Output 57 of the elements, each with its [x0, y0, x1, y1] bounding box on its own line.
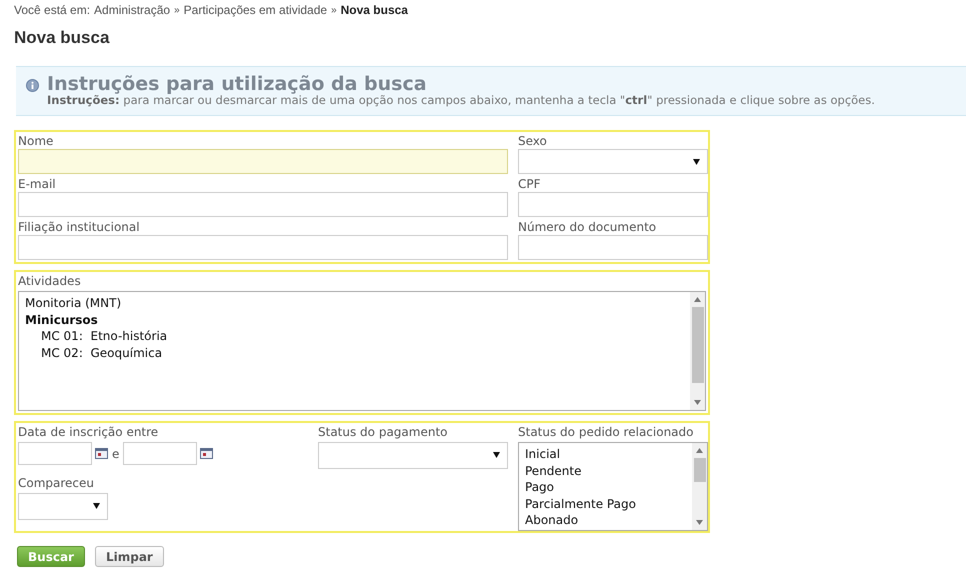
input-field[interactable]	[18, 192, 508, 217]
order-status-listbox[interactable]: Inicial Pendente Pago Parcialmente Pago Abonado	[518, 442, 708, 531]
scrollbar-thumb[interactable]	[694, 458, 706, 482]
scroll-down-icon[interactable]	[696, 520, 703, 525]
list-option[interactable]: MC 01: Etno-história	[25, 328, 684, 344]
scroll-down-icon[interactable]	[694, 400, 701, 405]
breadcrumb-link[interactable]: Participações em atividade	[184, 3, 328, 17]
input-field[interactable]	[18, 149, 508, 174]
list-option[interactable]: Pendente	[525, 462, 686, 479]
page-title: Nova busca	[14, 28, 110, 49]
list-option[interactable]: MC 02: Geoquímica	[25, 344, 684, 361]
scrollbar-thumb[interactable]	[692, 307, 704, 383]
scrollbar[interactable]	[690, 292, 705, 410]
input-field[interactable]	[518, 235, 708, 260]
field-label: CPF	[518, 176, 542, 192]
select-field[interactable]	[518, 149, 708, 174]
field-label: Status do pedido relacionado	[518, 424, 694, 440]
info-icon	[26, 79, 39, 92]
field-label: Número do documento	[518, 219, 658, 235]
option-group-label: Minicursos	[25, 312, 99, 328]
scroll-up-icon[interactable]	[696, 448, 703, 453]
date-field[interactable]	[18, 442, 92, 465]
calendar-icon[interactable]	[200, 448, 214, 459]
breadcrumb-label: Você está em:	[14, 3, 90, 17]
field-label: Data de inscrição entre	[18, 424, 160, 440]
list-option[interactable]: Parcialmente Pago	[525, 496, 686, 512]
scrollbar[interactable]	[692, 443, 707, 530]
select-field[interactable]	[318, 442, 508, 469]
clear-button[interactable]: Limpar	[94, 546, 164, 567]
field-label: Compareceu	[18, 475, 96, 491]
caret-icon	[93, 503, 100, 509]
activities-listbox[interactable]: Monitoria (MNT) Minicursos MC 01: Etno-história MC 02: Geoquímica	[18, 291, 706, 411]
input-field[interactable]	[18, 235, 508, 260]
breadcrumb-separator: »	[174, 4, 180, 16]
breadcrumb-current: Nova busca	[340, 3, 408, 17]
caret-icon	[493, 452, 500, 458]
field-label: Nome	[18, 133, 54, 149]
breadcrumb-separator: »	[331, 4, 337, 16]
calendar-icon[interactable]	[95, 448, 108, 459]
breadcrumb-link[interactable]: Administração	[94, 3, 170, 17]
instructions-heading: Instruções para utilização da busca	[47, 74, 428, 94]
list-option[interactable]: Monitoria (MNT)	[25, 295, 684, 312]
field-label: Status do pagamento	[318, 424, 448, 440]
select-field[interactable]	[18, 493, 108, 520]
list-option[interactable]: Inicial	[525, 446, 686, 462]
field-label: Filiação institucional	[18, 219, 141, 235]
range-joiner: e	[112, 446, 120, 460]
scroll-up-icon[interactable]	[694, 297, 701, 302]
list-option[interactable]: Abonado	[525, 512, 686, 528]
instructions-text: Instruções: para marcar ou desmarcar mais de uma opção nos campos abaixo, mantenha a tecla "ctrl" pressionada e clique sobre as opções.	[47, 94, 875, 107]
caret-icon	[693, 159, 700, 165]
list-option[interactable]: Pago	[525, 479, 686, 496]
field-label: E-mail	[18, 176, 57, 192]
field-label: Atividades	[18, 273, 82, 289]
field-label: Sexo	[518, 133, 548, 149]
date-field[interactable]	[123, 442, 198, 465]
input-field[interactable]	[518, 192, 708, 217]
